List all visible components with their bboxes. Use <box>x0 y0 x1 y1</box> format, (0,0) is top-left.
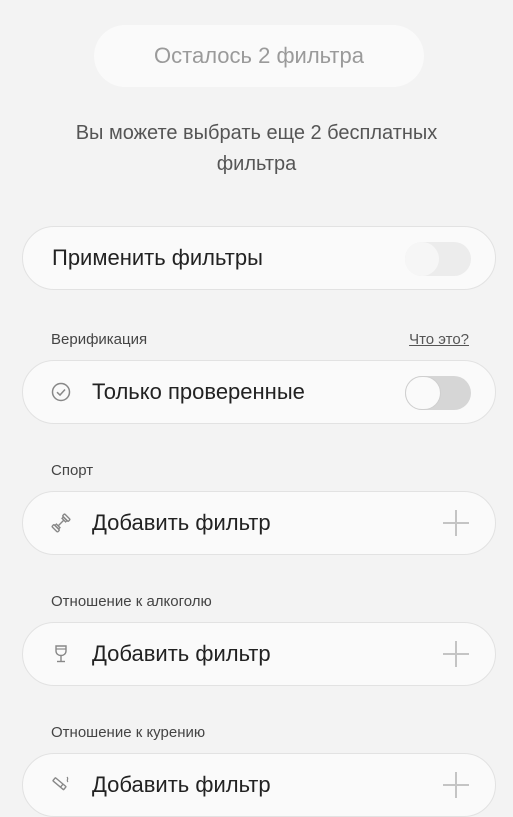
remaining-filters-badge: Осталось 2 фильтра <box>94 25 424 87</box>
what-is-this-link[interactable]: Что это? <box>409 331 469 348</box>
verified-only-toggle[interactable] <box>405 376 471 410</box>
remaining-filters-text: Осталось 2 фильтра <box>154 43 364 68</box>
toggle-knob <box>405 376 441 410</box>
sport-add-filter-button[interactable]: Добавить фильтр <box>22 491 496 555</box>
dumbbell-icon <box>50 512 72 534</box>
alcohol-add-filter-button[interactable]: Добавить фильтр <box>22 622 496 686</box>
apply-filters-row[interactable]: Применить фильтры <box>22 226 496 290</box>
sport-add-filter-label: Добавить фильтр <box>92 510 271 535</box>
plus-icon <box>443 510 469 536</box>
smoking-add-filter-label: Добавить фильтр <box>92 772 271 797</box>
alcohol-section-label: Отношение к алкоголю <box>51 593 212 610</box>
check-circle-icon <box>50 381 72 403</box>
alcohol-add-filter-label: Добавить фильтр <box>92 641 271 666</box>
verified-only-label: Только проверенные <box>92 379 305 404</box>
plus-icon <box>443 772 469 798</box>
cigarette-icon <box>50 774 72 796</box>
apply-filters-toggle[interactable] <box>405 242 471 276</box>
free-filters-description: Вы можете выбрать еще 2 бесплатных фильт… <box>75 122 438 175</box>
plus-icon <box>443 641 469 667</box>
sport-section-label: Спорт <box>51 462 94 479</box>
smoking-section-label: Отношение к курению <box>51 724 206 741</box>
toggle-knob <box>405 242 439 276</box>
verification-section-label: Верификация <box>51 331 148 348</box>
smoking-add-filter-button[interactable]: Добавить фильтр <box>22 753 496 817</box>
verified-only-row[interactable]: Только проверенные <box>22 360 496 424</box>
wine-glass-icon <box>50 643 72 665</box>
apply-filters-label: Применить фильтры <box>52 245 263 270</box>
